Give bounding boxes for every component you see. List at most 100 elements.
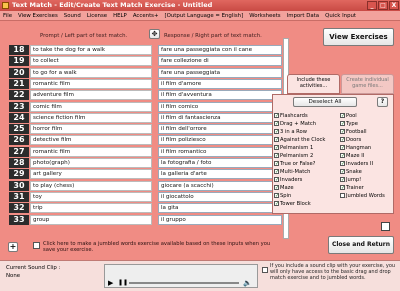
seek-bar[interactable] — [129, 282, 239, 284]
activity-checkbox[interactable]: ✓ — [340, 169, 345, 175]
activity-checkbox[interactable]: ✓ — [274, 129, 279, 135]
activity-checkbox[interactable]: ✓ — [340, 161, 345, 167]
tab-create-game-files[interactable]: Create individual game files... — [341, 74, 394, 94]
activity-option[interactable]: ✓Maze — [274, 184, 346, 192]
menu-accents[interactable]: Accents+ — [130, 11, 162, 21]
activity-checkbox[interactable]: ✓ — [274, 113, 279, 119]
activity-option[interactable]: ✓Invaders II — [340, 160, 394, 168]
response-input[interactable]: il film d'amore — [158, 78, 282, 89]
prompt-input[interactable]: horror film — [30, 124, 152, 135]
menu-file[interactable]: File — [0, 11, 15, 21]
activity-option[interactable]: ✓True or False? — [274, 160, 346, 168]
activity-checkbox[interactable]: ✓ — [274, 137, 279, 143]
activity-checkbox[interactable]: ✓ — [340, 137, 345, 143]
menu-import-data[interactable]: Import Data — [284, 11, 322, 21]
menu-quick-input[interactable]: Quick Input — [322, 11, 359, 21]
close-window-button[interactable]: X — [389, 1, 399, 10]
activity-checkbox[interactable]: ✓ — [340, 177, 345, 183]
activity-option[interactable]: ✓Pool — [340, 112, 394, 120]
prompt-input[interactable]: group — [30, 214, 152, 225]
activity-checkbox[interactable]: ✓ — [340, 121, 345, 127]
response-input[interactable]: giocare (a scacchi) — [158, 180, 282, 191]
activity-checkbox[interactable]: ✓ — [274, 169, 279, 175]
deselect-all-button[interactable]: Deselect All — [293, 97, 357, 107]
response-input[interactable]: il film d'avventura — [158, 90, 282, 101]
activity-option[interactable]: ✓Trainer — [340, 184, 394, 192]
prompt-input[interactable]: to play (chess) — [30, 180, 152, 191]
activity-option[interactable]: ✓Football — [340, 128, 394, 136]
prompt-input[interactable]: science fiction film — [30, 112, 152, 123]
activity-checkbox[interactable]: ✓ — [340, 129, 345, 135]
activity-option[interactable]: ✓Multi-Match — [274, 168, 346, 176]
activity-checkbox[interactable]: ✓ — [340, 185, 345, 191]
response-input[interactable]: il film comico — [158, 101, 282, 112]
menu-view-exercises[interactable]: View Exercises — [15, 11, 61, 21]
activity-checkbox[interactable]: ✓ — [274, 201, 279, 207]
pause-icon[interactable]: ❚❚ — [118, 280, 128, 286]
response-input[interactable]: il film poliziesco — [158, 135, 282, 146]
activity-checkbox[interactable]: ✓ — [340, 113, 345, 119]
view-exercises-button[interactable]: View Exercises — [323, 28, 394, 46]
activity-checkbox[interactable]: ✓ — [340, 145, 345, 151]
activity-option[interactable]: ✓3 in a Row — [274, 128, 346, 136]
menu-sound[interactable]: Sound — [61, 11, 84, 21]
activity-option[interactable]: ✓Snake — [340, 168, 394, 176]
prompt-input[interactable]: to collect — [30, 56, 152, 67]
menu-help[interactable]: HELP — [110, 11, 130, 21]
close-and-return-button[interactable]: Close and Return — [328, 236, 394, 254]
activity-checkbox[interactable]: ✓ — [274, 193, 279, 199]
prompt-input[interactable]: trip — [30, 203, 152, 214]
prompt-input[interactable]: adventure film — [30, 90, 152, 101]
prompt-input[interactable]: to take the dog for a walk — [30, 45, 152, 55]
tab-include-activities[interactable]: Include these activities... — [287, 74, 340, 94]
activity-option[interactable]: Jumbled Words — [340, 192, 394, 200]
activity-option[interactable]: ✓Type — [340, 120, 394, 128]
prompt-input[interactable]: romantic film — [30, 146, 152, 157]
response-input[interactable]: la gita — [158, 203, 282, 214]
response-input[interactable]: la fotografia / foto — [158, 158, 282, 168]
activity-option[interactable]: ✓Against the Clock — [274, 136, 346, 144]
help-button[interactable]: ? — [377, 97, 388, 107]
menu-license[interactable]: License — [84, 11, 110, 21]
prompt-input[interactable]: comic film — [30, 101, 152, 112]
activity-option[interactable]: ✓Maze II — [340, 152, 394, 160]
sound-checkbox[interactable] — [262, 267, 268, 273]
activity-checkbox[interactable]: ✓ — [274, 121, 279, 127]
minimize-button[interactable]: _ — [367, 1, 377, 10]
response-input[interactable]: il film romantico — [158, 146, 282, 157]
response-input[interactable]: il film di fantascienza — [158, 112, 282, 123]
volume-icon[interactable]: 🔈 — [243, 279, 253, 287]
jumbled-words-checkbox[interactable] — [33, 242, 40, 249]
activity-checkbox[interactable] — [340, 193, 345, 198]
response-input[interactable]: fare collezione di — [158, 56, 282, 67]
prompt-input[interactable]: toy — [30, 191, 152, 202]
activity-option[interactable]: ✓Pelmanism 2 — [274, 152, 346, 160]
activity-checkbox[interactable]: ✓ — [274, 145, 279, 151]
activity-option[interactable]: ✓Doors — [340, 136, 394, 144]
prompt-input[interactable]: to go for a walk — [30, 67, 152, 78]
prompt-input[interactable]: photo(graph) — [30, 158, 152, 168]
activity-option[interactable]: ✓Hangman — [340, 144, 394, 152]
activity-checkbox[interactable]: ✓ — [340, 153, 345, 159]
response-input[interactable]: fare una passeggiata — [158, 67, 282, 78]
response-input[interactable]: fare una passeggiata con il cane — [158, 45, 282, 55]
play-icon[interactable]: ▶ — [108, 279, 116, 287]
prompt-input[interactable]: romantic film — [30, 78, 152, 89]
activity-checkbox[interactable]: ✓ — [274, 185, 279, 191]
activity-checkbox[interactable]: ✓ — [274, 161, 279, 167]
activity-option[interactable]: ✓Tower Block — [274, 200, 346, 208]
swap-columns-button[interactable]: ✥ — [149, 29, 160, 39]
activity-checkbox[interactable]: ✓ — [274, 153, 279, 159]
activity-option[interactable]: ✓Flashcards — [274, 112, 346, 120]
response-input[interactable]: il film dell'orrore — [158, 124, 282, 135]
maximize-button[interactable]: □ — [378, 1, 388, 10]
menu-output-language[interactable]: [Output Language = English] — [162, 11, 247, 21]
activity-checkbox[interactable]: ✓ — [274, 177, 279, 183]
activity-option[interactable]: ✓Spin — [274, 192, 346, 200]
activity-option[interactable]: ✓Invaders — [274, 176, 346, 184]
response-input[interactable]: la galleria d'arte — [158, 169, 282, 180]
response-input[interactable]: il giocattolo — [158, 191, 282, 202]
menu-worksheets[interactable]: Worksheets — [246, 11, 283, 21]
prompt-input[interactable]: detective film — [30, 135, 152, 146]
window-icon[interactable] — [381, 222, 390, 231]
